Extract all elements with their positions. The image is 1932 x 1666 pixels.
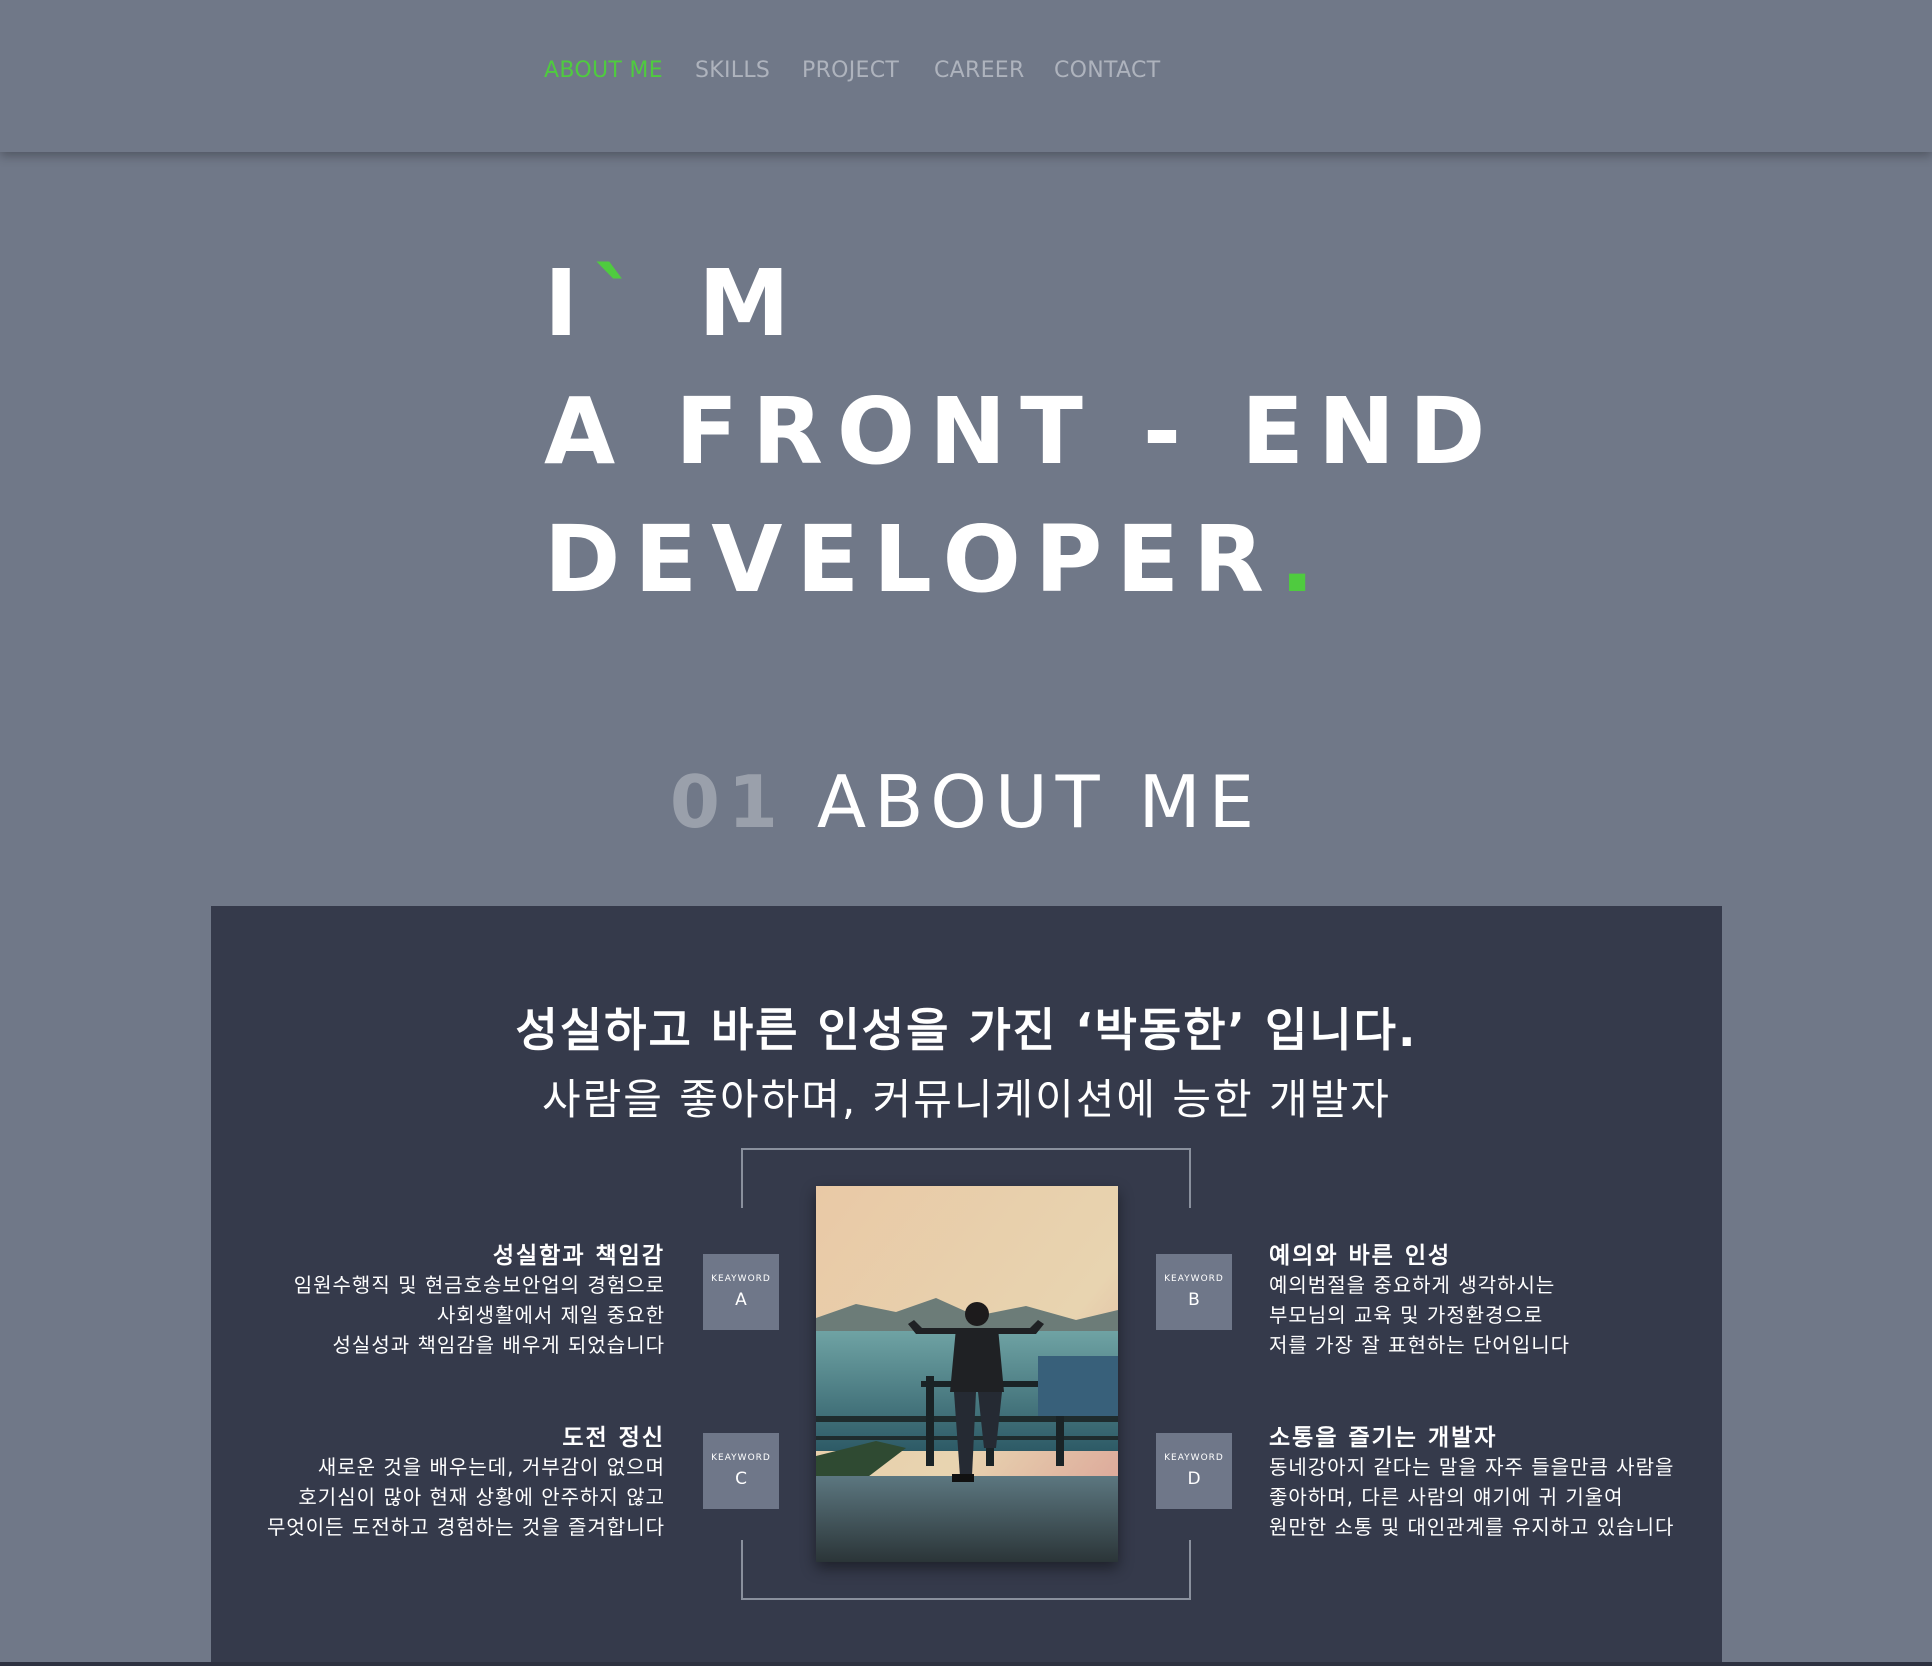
keyword-d-label: KEAYWORD xyxy=(1164,1453,1224,1463)
nav-item-about-me[interactable]: ABOUT ME xyxy=(544,58,663,83)
keyword-c-label: KEAYWORD xyxy=(711,1453,771,1463)
section-number: 01 xyxy=(669,760,787,844)
hero-text-developer: DEVELOPER xyxy=(544,506,1280,613)
keyword-a-title: 성실함과 책임감 xyxy=(492,1243,665,1269)
keyword-d-line-1: 동네강아지 같다는 말을 자주 들을만큼 사람을 xyxy=(1269,1455,1675,1479)
keyword-c-line-2: 호기심이 많아 현재 상황에 안주하지 않고 xyxy=(298,1485,665,1509)
hero-line-1: I` M xyxy=(544,258,804,350)
keyword-c-description: 새로운 것을 배우는데, 거부감이 없으며 호기심이 많아 현재 상황에 안주하… xyxy=(211,1452,665,1542)
keyword-a-letter: A xyxy=(735,1290,747,1310)
keyword-d-title: 소통을 즐기는 개발자 xyxy=(1269,1425,1498,1451)
keyword-c-box: KEAYWORD C xyxy=(703,1433,779,1509)
nav-item-skills[interactable]: SKILLS xyxy=(695,58,770,83)
keyword-a-line-2: 사회생활에서 제일 중요한 xyxy=(436,1303,665,1327)
keyword-b-line-1: 예의범절을 중요하게 생각하시는 xyxy=(1269,1273,1556,1297)
hero-line-2: A FRONT - END xyxy=(544,378,1500,485)
hero-text-m: M xyxy=(698,250,804,357)
keyword-d-line-2: 좋아하며, 다른 사람의 얘기에 귀 기울여 xyxy=(1269,1485,1624,1509)
keyword-a-box: KEAYWORD A xyxy=(703,1254,779,1330)
nav-item-project[interactable]: PROJECT xyxy=(802,58,899,83)
keyword-c-title: 도전 정신 xyxy=(562,1425,665,1451)
keyword-d-letter: D xyxy=(1187,1469,1201,1489)
hero-text-i: I xyxy=(544,250,593,357)
profile-photo xyxy=(816,1186,1118,1562)
keyword-b-label: KEAYWORD xyxy=(1164,1274,1224,1284)
section-title: 01 ABOUT ME xyxy=(0,760,1932,844)
keyword-a-label: KEAYWORD xyxy=(711,1274,771,1284)
keyword-b-line-3: 저를 가장 잘 표현하는 단어입니다 xyxy=(1269,1333,1571,1357)
hero-line-3: DEVELOPER. xyxy=(544,514,1329,606)
keyword-c-letter: C xyxy=(735,1469,747,1489)
keyword-a-line-1: 임원수행직 및 현금호송보안업의 경험으로 xyxy=(293,1273,665,1297)
keyword-b-box: KEAYWORD B xyxy=(1156,1254,1232,1330)
keyword-a-description: 임원수행직 및 현금호송보안업의 경험으로 사회생활에서 제일 중요한 성실성과… xyxy=(211,1270,665,1360)
keyword-d-description: 동네강아지 같다는 말을 자주 들을만큼 사람을 좋아하며, 다른 사람의 얘기… xyxy=(1269,1452,1674,1542)
keyword-b-letter: B xyxy=(1188,1290,1200,1310)
about-headline: 성실하고 바른 인성을 가진 ‘박동한’ 입니다. xyxy=(515,1003,1418,1057)
about-subline: 사람을 좋아하며, 커뮤니케이션에 능한 개발자 xyxy=(542,1075,1391,1124)
keyword-d-box: KEAYWORD D xyxy=(1156,1433,1232,1509)
keyword-d-line-3: 원만한 소통 및 대인관계를 유지하고 있습니다 xyxy=(1269,1515,1675,1539)
nav-item-career[interactable]: CAREER xyxy=(934,58,1025,83)
hero-period: . xyxy=(1279,506,1329,613)
keyword-c-line-1: 새로운 것을 배우는데, 거부감이 없으며 xyxy=(317,1455,665,1479)
keyword-b-line-2: 부모님의 교육 및 가정환경으로 xyxy=(1269,1303,1544,1327)
nav-item-contact[interactable]: CONTACT xyxy=(1054,58,1160,83)
hero-apostrophe: ` xyxy=(592,250,653,357)
keyword-b-description: 예의범절을 중요하게 생각하시는 부모님의 교육 및 가정환경으로 저를 가장 … xyxy=(1269,1270,1570,1360)
keyword-b-title: 예의와 바른 인성 xyxy=(1269,1243,1452,1269)
top-navigation: ABOUT ME SKILLS PROJECT CAREER CONTACT xyxy=(0,0,1932,152)
section-title-text: ABOUT ME xyxy=(816,760,1263,844)
bottom-divider xyxy=(0,1662,1932,1666)
about-panel: 성실하고 바른 인성을 가진 ‘박동한’ 입니다. 사람을 좋아하며, 커뮤니케… xyxy=(211,906,1722,1666)
keyword-c-line-3: 무엇이든 도전하고 경험하는 것을 즐겨합니다 xyxy=(266,1515,665,1539)
keyword-a-line-3: 성실성과 책임감을 배우게 되었습니다 xyxy=(332,1333,665,1357)
